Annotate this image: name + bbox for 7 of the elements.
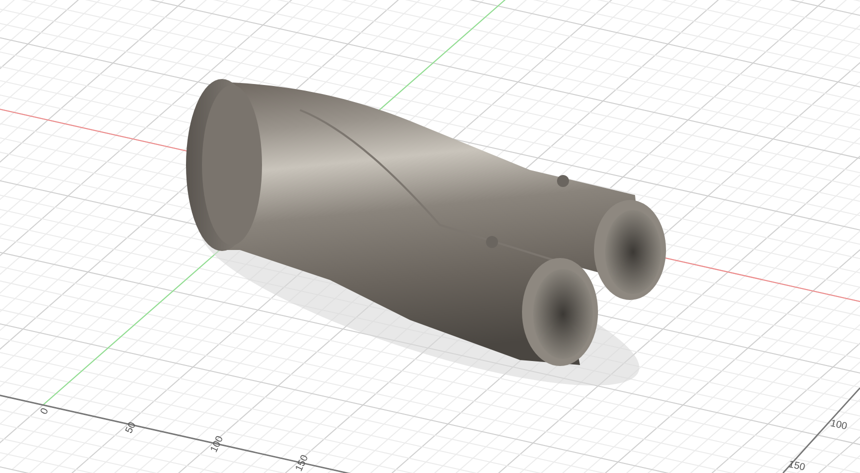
ruler-label: 50 [124, 420, 138, 436]
ruler-label: 0 [38, 406, 52, 416]
ruler-label: 100 [829, 418, 848, 432]
ruler-label: 100 [208, 434, 226, 454]
ruler-label: 150 [787, 459, 806, 473]
viewport-canvas[interactable]: 0 50 100 150 100 150 [0, 0, 860, 473]
ruler-label: 150 [294, 454, 311, 473]
